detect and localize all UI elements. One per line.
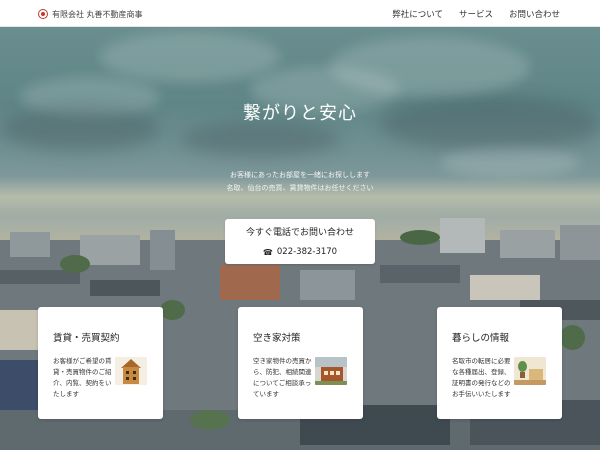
hero-subtitle-line1: お客様にあったお部屋を一緒にお探しします <box>230 171 370 179</box>
card-title: 賃貸・売買契約 <box>53 333 120 344</box>
hero-subtitle-line2: 名取、仙台の売買、賃貸物件はお任せください <box>226 184 374 192</box>
card-rental-sales[interactable]: 賃貸・売買契約 お客様がご希望の賃貸・売買物件のご紹介、内覧、契約をいたします <box>38 307 163 419</box>
logo-mark-icon <box>38 9 48 19</box>
phone-icon: ☎ <box>262 247 273 257</box>
card-vacant-house[interactable]: 空き家対策 空き家物件の売買から、防犯、相続関連についてご相談承っています <box>238 307 363 419</box>
card-description: 空き家物件の売買から、防犯、相続関連についてご相談承っています <box>253 357 312 398</box>
phone-number[interactable]: 022-382-3170 <box>277 247 337 257</box>
contact-label: 今すぐ電話でお問い合わせ <box>245 228 354 238</box>
main-nav: 弊社について サービス お問い合わせ <box>392 8 560 20</box>
card-description: お客様がご希望の賃貸・売買物件のご紹介、内覧、契約をいたします <box>53 357 112 398</box>
site-header: 有限会社 丸善不動産商事 弊社について サービス お問い合わせ <box>0 0 600 27</box>
nav-services[interactable]: サービス <box>459 8 493 20</box>
living-icon <box>514 357 546 385</box>
company-logo[interactable]: 有限会社 丸善不動産商事 <box>38 8 143 20</box>
company-name: 有限会社 丸善不動産商事 <box>52 9 143 19</box>
phone-contact-button[interactable]: 今すぐ電話でお問い合わせ ☎ 022-382-3170 <box>225 219 375 264</box>
nav-about[interactable]: 弊社について <box>392 8 443 20</box>
vacant-house-icon <box>315 357 347 385</box>
card-title: 暮らしの情報 <box>452 333 510 344</box>
card-description: 名取市の転居に必要な各種届出、登録、証明書の発行などのお手伝いいたします <box>452 357 511 398</box>
hero-title: 繋がりと安心 <box>243 103 357 124</box>
nav-contact[interactable]: お問い合わせ <box>509 8 560 20</box>
house-icon <box>115 357 147 385</box>
contact-phone-row[interactable]: ☎ 022-382-3170 <box>225 247 375 257</box>
card-title: 空き家対策 <box>253 333 301 344</box>
card-living-info[interactable]: 暮らしの情報 名取市の転居に必要な各種届出、登録、証明書の発行などのお手伝いいた… <box>437 307 562 419</box>
